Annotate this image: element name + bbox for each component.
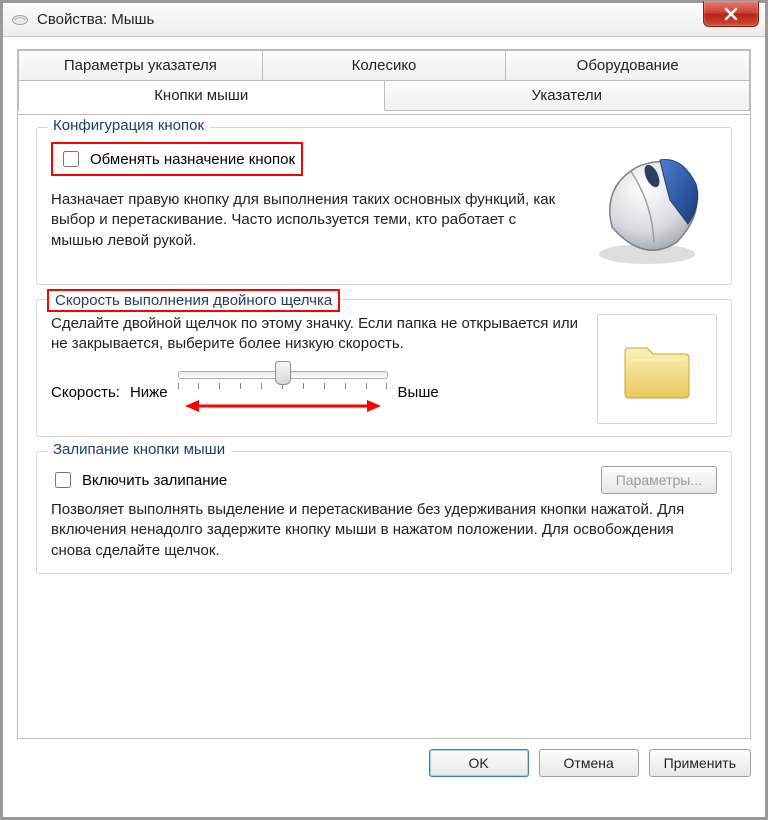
close-button[interactable] — [703, 1, 759, 27]
swap-buttons-checkbox[interactable] — [63, 151, 79, 167]
speed-low-label: Ниже — [130, 384, 168, 401]
tab-pointers[interactable]: Указатели — [385, 80, 751, 111]
group-button-config-legend: Конфигурация кнопок — [47, 117, 210, 134]
clicklock-settings-button[interactable]: Параметры... — [601, 466, 717, 494]
window-title: Свойства: Мышь — [37, 11, 154, 28]
folder-image-frame[interactable] — [597, 314, 717, 424]
speed-label: Скорость: — [51, 384, 120, 401]
speed-slider-row: Скорость: Ниже — [51, 371, 583, 415]
swap-buttons-desc: Назначает правую кнопку для выполнения т… — [51, 190, 563, 251]
tab-row-front: Кнопки мыши Указатели — [18, 80, 750, 111]
clicklock-label: Включить залипание — [82, 472, 227, 489]
close-icon — [724, 7, 738, 21]
group-doubleclick: Скорость выполнения двойного щелчка Сдел… — [36, 299, 732, 437]
apply-button[interactable]: Применить — [649, 749, 751, 777]
clicklock-enable-row[interactable]: Включить залипание — [51, 469, 227, 491]
titlebar: Свойства: Мышь — [3, 3, 765, 37]
clicklock-checkbox[interactable] — [55, 472, 71, 488]
speed-high-label: Выше — [398, 384, 439, 401]
clicklock-desc: Позволяет выполнять выделение и перетаск… — [51, 500, 717, 561]
swap-buttons-row[interactable]: Обменять назначение кнопок — [51, 142, 303, 176]
tab-hardware[interactable]: Оборудование — [506, 50, 750, 81]
tab-wheel[interactable]: Колесико — [263, 50, 507, 81]
tab-page-buttons: Конфигурация кнопок Обменять назначение … — [18, 114, 750, 738]
speed-slider[interactable] — [178, 371, 388, 415]
dialog-body: Параметры указателя Колесико Оборудовани… — [3, 37, 765, 739]
dialog-footer: OK Отмена Применить — [3, 739, 765, 789]
red-double-arrow-icon — [183, 397, 383, 415]
doubleclick-desc: Сделайте двойной щелчок по этому значку.… — [51, 314, 583, 355]
group-button-config: Конфигурация кнопок Обменять назначение … — [36, 127, 732, 285]
mouse-image-frame — [577, 142, 717, 272]
mouse-title-icon — [11, 13, 29, 27]
group-clicklock-legend: Залипание кнопки мыши — [47, 441, 231, 458]
swap-buttons-label: Обменять назначение кнопок — [90, 151, 295, 168]
group-clicklock: Залипание кнопки мыши Включить залипание… — [36, 451, 732, 574]
tab-buttons[interactable]: Кнопки мыши — [18, 80, 385, 111]
tab-container: Параметры указателя Колесико Оборудовани… — [17, 49, 751, 739]
mouse-icon — [582, 142, 712, 272]
tab-row-back: Параметры указателя Колесико Оборудовани… — [18, 50, 750, 81]
cancel-button[interactable]: Отмена — [539, 749, 639, 777]
folder-icon — [617, 334, 697, 404]
tab-pointer-options[interactable]: Параметры указателя — [18, 50, 263, 81]
ok-button[interactable]: OK — [429, 749, 529, 777]
slider-thumb[interactable] — [275, 361, 291, 385]
group-doubleclick-legend: Скорость выполнения двойного щелчка — [47, 289, 340, 312]
